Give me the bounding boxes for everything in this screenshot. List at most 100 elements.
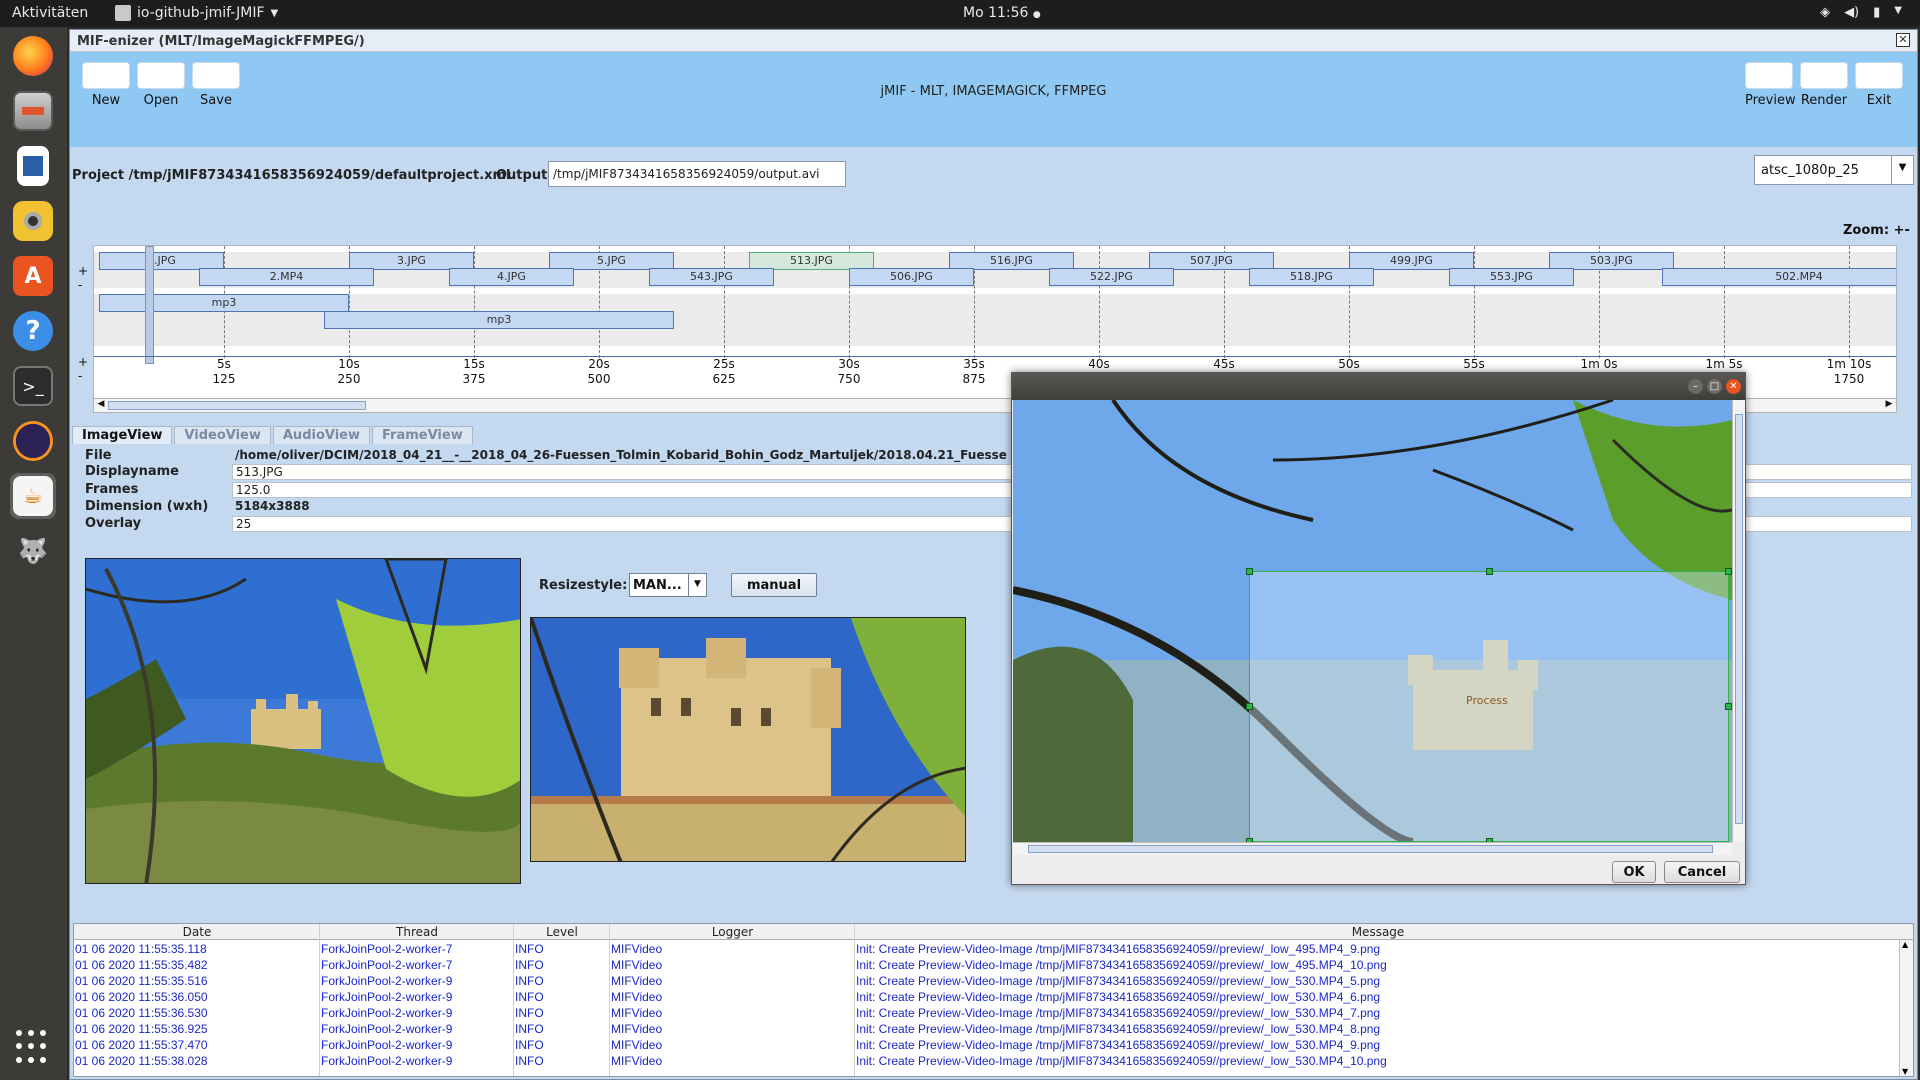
log-row[interactable]: 01 06 2020 11:55:35.482 ForkJoinPool-2-wo… (74, 957, 1900, 973)
tab-audioview[interactable]: AudioView (272, 426, 370, 444)
timeline-clip[interactable]: 2.MP4 (199, 268, 374, 286)
chevron-down-icon[interactable]: ▼ (1891, 156, 1913, 184)
zoom-control[interactable]: Zoom: +- (1843, 223, 1910, 238)
log-col-level[interactable]: Level (514, 925, 610, 939)
activities-button[interactable]: Aktivitäten (12, 5, 88, 21)
preview-image-graphic (531, 618, 965, 861)
timeline-gridline (1724, 246, 1725, 358)
time-tick-label: 20s (588, 357, 610, 371)
files-launcher[interactable] (10, 88, 56, 134)
system-tray[interactable]: ◈ ◀) ▮ ▼ (1820, 5, 1902, 20)
log-row[interactable]: 01 06 2020 11:55:35.516 ForkJoinPool-2-wo… (74, 973, 1900, 989)
frame-tick-label: 250 (337, 372, 361, 386)
tab-frameview[interactable]: FrameView (372, 426, 473, 444)
dialog-titlebar[interactable]: – □ ✕ (1012, 373, 1745, 400)
frame-tick-label: 375 (462, 372, 486, 386)
scroll-thumb[interactable] (1028, 845, 1713, 853)
preview-button[interactable]: Preview (1745, 62, 1796, 108)
log-thread: ForkJoinPool-2-worker-9 (321, 1006, 453, 1020)
close-icon[interactable]: ✕ (1726, 379, 1741, 394)
log-col-thread[interactable]: Thread (320, 925, 514, 939)
render-icon (1800, 62, 1848, 89)
zoom-audio-plus-minus[interactable]: + - (78, 355, 88, 383)
crop-handle[interactable] (1486, 568, 1493, 575)
grid-dot-icon (28, 1056, 34, 1063)
software-launcher[interactable]: A (10, 253, 56, 299)
maximize-icon[interactable]: □ (1707, 379, 1722, 394)
clock-label: Mo 11:56 (963, 5, 1029, 21)
log-message: Init: Create Preview-Video-Image /tmp/jM… (856, 1038, 1381, 1052)
timeline-clip[interactable]: 543.JPG (649, 268, 774, 286)
writer-launcher[interactable] (10, 143, 56, 189)
zoom-video-plus-minus[interactable]: + - (78, 264, 88, 292)
eclipse-launcher[interactable] (10, 418, 56, 464)
grid-dot-icon (40, 1030, 46, 1036)
timeline-clip[interactable]: 553.JPG (1449, 268, 1574, 286)
log-row[interactable]: 01 06 2020 11:55:36.530 ForkJoinPool-2-wo… (74, 1005, 1900, 1021)
close-icon[interactable]: ✕ (1896, 33, 1910, 47)
manual-button[interactable]: manual (731, 573, 817, 597)
tab-videoview[interactable]: VideoView (174, 426, 271, 444)
crop-rectangle[interactable]: Process (1246, 568, 1732, 842)
timeline-clip[interactable]: mp3 (324, 311, 674, 329)
log-col-logger[interactable]: Logger (610, 925, 855, 939)
crop-handle[interactable] (1246, 703, 1253, 710)
ok-button[interactable]: OK (1612, 861, 1656, 883)
timeline-clip[interactable]: 502.MP4 (1661, 268, 1896, 286)
scroll-down-icon[interactable]: ▼ (1902, 1067, 1908, 1076)
log-scrollbar[interactable]: ▲ ▼ (1899, 940, 1913, 1076)
chevron-down-icon[interactable]: ▼ (688, 574, 706, 596)
crop-canvas[interactable]: Process (1013, 400, 1732, 842)
minimize-icon[interactable]: – (1688, 379, 1703, 394)
tab-imageview[interactable]: ImageView (72, 426, 173, 444)
exit-button[interactable]: Exit (1855, 62, 1903, 108)
clock[interactable]: Mo 11:56 ● (963, 5, 1041, 21)
window-titlebar[interactable]: MIF-enizer (MLT/ImageMagickFFMPEG/) ✕ (70, 30, 1917, 52)
log-row[interactable]: 01 06 2020 11:55:35.118 ForkJoinPool-2-wo… (74, 941, 1900, 957)
log-table[interactable]: Date Thread Level Logger Message 01 06 2… (73, 923, 1914, 1077)
gimp-launcher[interactable]: 🐺 (10, 528, 56, 574)
crop-handle[interactable] (1725, 703, 1732, 710)
log-row[interactable]: 01 06 2020 11:55:36.050 ForkJoinPool-2-wo… (74, 989, 1900, 1005)
time-tick-label: 50s (1338, 357, 1360, 371)
firefox-launcher[interactable] (10, 33, 56, 79)
java-launcher[interactable]: ☕ (10, 473, 56, 519)
log-thread: ForkJoinPool-2-worker-9 (321, 974, 453, 988)
log-row[interactable]: 01 06 2020 11:55:38.028 ForkJoinPool-2-wo… (74, 1053, 1900, 1069)
scroll-thumb[interactable] (1735, 414, 1743, 824)
cancel-button[interactable]: Cancel (1664, 861, 1740, 883)
playhead[interactable] (145, 246, 154, 364)
timeline-clip[interactable]: 522.JPG (1049, 268, 1174, 286)
app-menu-label: io-github-jmif-JMIF (137, 5, 265, 21)
timeline-gridline (474, 246, 475, 358)
dialog-horizontal-scrollbar[interactable] (1013, 842, 1732, 855)
app-menu[interactable]: io-github-jmif-JMIF ▼ (115, 5, 278, 21)
timeline-clip[interactable]: 518.JPG (1249, 268, 1374, 286)
log-row[interactable]: 01 06 2020 11:55:36.925 ForkJoinPool-2-wo… (74, 1021, 1900, 1037)
scroll-up-icon[interactable]: ▲ (1902, 940, 1908, 949)
crop-label: Process (1466, 694, 1508, 707)
log-col-date[interactable]: Date (74, 925, 320, 939)
crop-handle[interactable] (1725, 568, 1732, 575)
output-field[interactable]: /tmp/jMIF8734341658356924059/output.avi (548, 161, 846, 187)
timeline-clip[interactable]: 506.JPG (849, 268, 974, 286)
window-title: MIF-enizer (MLT/ImageMagickFFMPEG/) (77, 34, 365, 49)
terminal-launcher[interactable]: >_ (10, 363, 56, 409)
rhythmbox-launcher[interactable] (10, 198, 56, 244)
log-row[interactable]: 01 06 2020 11:55:37.470 ForkJoinPool-2-wo… (74, 1037, 1900, 1053)
show-applications-button[interactable] (16, 1030, 50, 1064)
dialog-vertical-scrollbar[interactable] (1732, 400, 1745, 842)
crop-handle[interactable] (1246, 568, 1253, 575)
help-launcher[interactable]: ? (10, 308, 56, 354)
log-logger: MIFVideo (611, 974, 663, 988)
scroll-right-icon[interactable]: ▶ (1883, 399, 1895, 409)
timeline-clip[interactable]: mp3 (99, 294, 349, 312)
log-col-message[interactable]: Message (855, 925, 1901, 939)
scroll-thumb[interactable] (108, 401, 366, 410)
timeline-clip[interactable]: 4.JPG (449, 268, 574, 286)
frame-tick-label: 500 (587, 372, 611, 386)
resizestyle-select[interactable]: MAN... ▼ (629, 573, 707, 597)
render-button[interactable]: Render (1800, 62, 1848, 108)
scroll-left-icon[interactable]: ◀ (95, 399, 107, 409)
format-select[interactable]: atsc_1080p_25 ▼ (1754, 155, 1914, 185)
